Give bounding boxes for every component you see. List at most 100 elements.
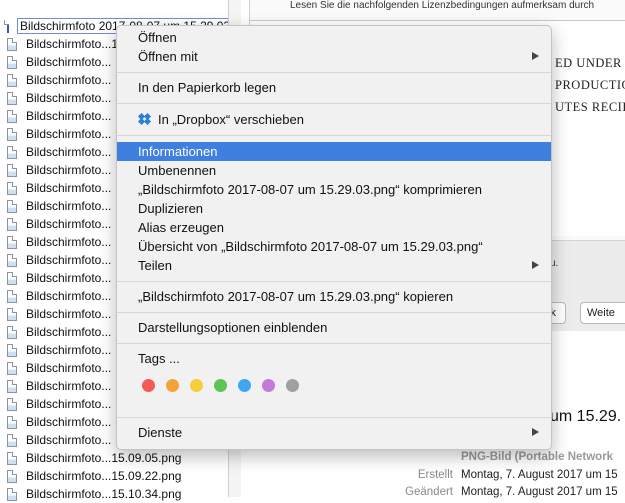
png-file-icon — [7, 145, 17, 159]
menu-item-alias-label: Alias erzeugen — [138, 220, 224, 235]
png-file-icon — [7, 397, 17, 411]
menu-item-compress-label: „Bildschirmfoto 2017-08-07 um 15.29.03.p… — [138, 182, 482, 197]
blue-tag-icon[interactable] — [238, 379, 251, 392]
png-file-icon — [7, 415, 17, 429]
file-name: Bildschirmfoto...15.09.22.png — [26, 469, 182, 483]
menu-item-share[interactable]: Teilen — [117, 256, 551, 275]
orange-tag-icon[interactable] — [166, 379, 179, 392]
submenu-arrow-icon — [532, 261, 539, 269]
menu-item-open-label: Öffnen — [138, 30, 177, 45]
png-file-icon — [4, 19, 9, 33]
png-file-icon — [7, 199, 17, 213]
png-file-icon — [7, 37, 17, 51]
png-file-icon — [7, 379, 17, 393]
continue-button[interactable]: Weite — [580, 302, 625, 324]
png-file-icon — [7, 451, 17, 465]
info-file-title: um 15.29. — [550, 408, 622, 425]
png-file-icon — [7, 217, 17, 231]
menu-item-quicklook-label: Übersicht von „Bildschirmfoto 2017-08-07… — [138, 239, 483, 254]
menu-item-compress[interactable]: „Bildschirmfoto 2017-08-07 um 15.29.03.p… — [117, 180, 551, 199]
menu-item-tags-label: Tags ... — [138, 351, 180, 366]
menu-item-get-info[interactable]: Informationen — [117, 142, 551, 161]
menu-separator — [117, 312, 551, 313]
file-name: Bildschirmfoto... — [26, 55, 112, 69]
png-file-icon — [7, 127, 17, 141]
document-header-text: Lesen Sie die nachfolgenden Lizenzbeding… — [290, 0, 595, 11]
info-modified-value: Montag, 7. August 2017 um 15 — [461, 486, 618, 498]
file-list-row[interactable]: Bildschirmfoto...15.09.05.png — [0, 449, 228, 467]
png-file-icon — [7, 343, 17, 357]
info-created-label: Erstellt — [417, 469, 453, 481]
file-name: Bildschirmfoto...15.09.05.png — [26, 451, 182, 465]
png-file-icon — [7, 325, 17, 339]
file-name: Bildschirmfoto... — [26, 199, 112, 213]
file-name: Bildschirmfoto... — [26, 91, 112, 105]
info-file-kind: PNG-Bild (Portable Network — [461, 451, 614, 463]
file-list-row[interactable]: Bildschirmfoto...15.09.22.png — [0, 467, 228, 485]
menu-item-make-alias[interactable]: Alias erzeugen — [117, 218, 551, 237]
file-name: Bildschirmfoto... — [26, 127, 112, 141]
png-file-icon — [7, 91, 17, 105]
menu-separator — [117, 343, 551, 344]
file-name: Bildschirmfoto... — [26, 307, 112, 321]
menu-separator — [117, 417, 551, 418]
menu-item-open-with[interactable]: Öffnen mit — [117, 47, 551, 66]
menu-item-dropbox-label: In „Dropbox“ verschieben — [158, 112, 304, 127]
menu-item-open[interactable]: Öffnen — [117, 28, 551, 47]
menu-item-quick-look[interactable]: Übersicht von „Bildschirmfoto 2017-08-07… — [117, 237, 551, 256]
png-file-icon — [7, 271, 17, 285]
gray-tag-icon[interactable] — [286, 379, 299, 392]
png-file-icon — [7, 487, 17, 501]
document-line-2: PRODUCTION — [555, 78, 625, 92]
menu-item-share-label: Teilen — [138, 258, 172, 273]
submenu-arrow-icon — [532, 52, 539, 60]
png-file-icon — [7, 307, 17, 321]
file-name: Bildschirmfoto... — [26, 415, 112, 429]
menu-separator — [117, 103, 551, 104]
png-file-icon — [7, 55, 17, 69]
png-file-icon — [7, 433, 17, 447]
file-list-row[interactable]: Bildschirmfoto...15.10.34.png — [0, 485, 228, 503]
file-name: Bildschirmfoto... — [26, 109, 112, 123]
file-name: Bildschirmfoto... — [26, 253, 112, 267]
menu-item-move-to-dropbox[interactable]: In „Dropbox“ verschieben — [117, 110, 551, 129]
red-tag-icon[interactable] — [142, 379, 155, 392]
file-name: Bildschirmfoto... — [26, 163, 112, 177]
menu-item-services-label: Dienste — [138, 425, 183, 440]
menu-item-rename-label: Umbenennen — [138, 163, 217, 178]
png-file-icon — [7, 109, 17, 123]
file-name: Bildschirmfoto... — [26, 433, 112, 447]
menu-item-move-to-trash[interactable]: In den Papierkorb legen — [117, 78, 551, 97]
yellow-tag-icon[interactable] — [190, 379, 203, 392]
document-line-1: ED UNDER TH — [555, 56, 625, 70]
file-name: Bildschirmfoto... — [26, 343, 112, 357]
menu-item-duplicate-label: Duplizieren — [138, 201, 204, 216]
menu-item-copy-label: „Bildschirmfoto 2017-08-07 um 15.29.03.p… — [138, 289, 454, 304]
png-file-icon — [7, 163, 17, 177]
menu-item-copy[interactable]: „Bildschirmfoto 2017-08-07 um 15.29.03.p… — [117, 287, 551, 306]
file-name: Bildschirmfoto... — [26, 73, 112, 87]
png-file-icon — [7, 289, 17, 303]
file-name: Bildschirmfoto... — [26, 235, 112, 249]
file-name: Bildschirmfoto... — [26, 181, 112, 195]
menu-item-show-view-options[interactable]: Darstellungsoptionen einblenden — [117, 318, 551, 337]
menu-item-services[interactable]: Dienste — [117, 423, 551, 442]
menu-item-tags[interactable]: Tags ... — [117, 349, 551, 368]
png-file-icon — [7, 469, 17, 483]
png-file-icon — [7, 73, 17, 87]
file-name: Bildschirmfoto... — [26, 325, 112, 339]
document-line-3: UTES RECIPIE — [555, 100, 625, 114]
context-menu: Öffnen Öffnen mit In den Papierkorb lege… — [116, 25, 552, 450]
file-name: Bildschirmfoto... — [26, 271, 112, 285]
purple-tag-icon[interactable] — [262, 379, 275, 392]
file-name: Bildschirmfoto... — [26, 145, 112, 159]
menu-item-duplicate[interactable]: Duplizieren — [117, 199, 551, 218]
green-tag-icon[interactable] — [214, 379, 227, 392]
info-created-value: Montag, 7. August 2017 um 15 — [461, 469, 618, 481]
file-name: Bildschirmfoto... — [26, 379, 112, 393]
file-name: Bildschirmfoto...15.10.34.png — [26, 487, 182, 501]
file-name: Bildschirmfoto... — [26, 217, 112, 231]
menu-item-rename[interactable]: Umbenennen — [117, 161, 551, 180]
menu-separator — [117, 72, 551, 73]
file-name: Bildschirmfoto... — [26, 397, 112, 411]
